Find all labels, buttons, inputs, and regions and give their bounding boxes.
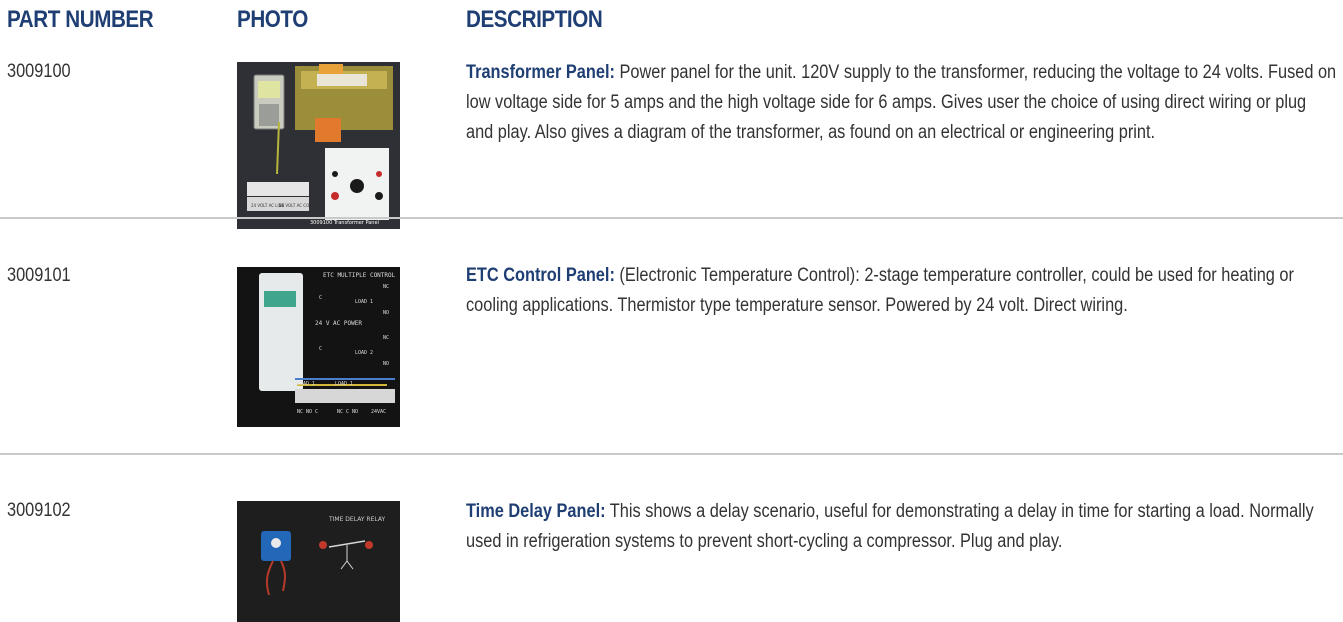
- svg-text:NC: NC: [383, 335, 389, 341]
- description: Transformer Panel: Power panel for the u…: [466, 58, 1336, 148]
- svg-text:24 V AC POWER: 24 V AC POWER: [315, 320, 362, 327]
- time-delay-panel-photo: TIME DELAY RELAY: [237, 501, 400, 622]
- divider: [0, 453, 1343, 455]
- svg-text:LOAD 1: LOAD 1: [335, 381, 353, 387]
- svg-text:TIME DELAY RELAY: TIME DELAY RELAY: [328, 516, 385, 523]
- svg-text:3009100 Transformer Panel: 3009100 Transformer Panel: [310, 220, 379, 226]
- column-header-photo: PHOTO: [237, 6, 308, 33]
- part-number: 3009102: [7, 500, 71, 521]
- item-title: Time Delay Panel:: [466, 501, 606, 522]
- svg-text:24VAC: 24VAC: [371, 409, 386, 415]
- part-number: 3009101: [7, 265, 71, 286]
- svg-text:NO: NO: [383, 361, 389, 367]
- svg-text:NC C NO: NC C NO: [337, 409, 358, 415]
- item-title: ETC Control Panel:: [466, 265, 615, 286]
- etc-control-panel-photo: ETC MULTIPLE CONTROL NC C LOAD 1 NO 24 V…: [237, 267, 400, 427]
- description: ETC Control Panel: (Electronic Temperatu…: [466, 261, 1336, 321]
- description: Time Delay Panel: This shows a delay sce…: [466, 497, 1336, 557]
- svg-text:C: C: [319, 295, 322, 301]
- svg-text:NO: NO: [383, 310, 389, 316]
- item-title: Transformer Panel:: [466, 62, 615, 83]
- part-number: 3009100: [7, 61, 71, 82]
- column-header-description: DESCRIPTION: [466, 6, 603, 33]
- svg-text:NC NO C: NC NO C: [297, 409, 318, 415]
- svg-text:LOAD 1: LOAD 1: [297, 381, 315, 387]
- svg-text:LOAD 1: LOAD 1: [355, 299, 373, 305]
- column-header-part-number: PART NUMBER: [7, 6, 154, 33]
- svg-text:LOAD 2: LOAD 2: [355, 350, 373, 356]
- svg-text:24 VOLT AC COMMON: 24 VOLT AC COMMON: [279, 203, 322, 208]
- transformer-panel-photo: 24 VOLT AC LINE 24 VOLT AC COMMON 300910…: [237, 62, 400, 229]
- svg-text:ETC MULTIPLE CONTROL: ETC MULTIPLE CONTROL: [323, 272, 396, 279]
- divider: [0, 217, 1343, 219]
- svg-text:NC: NC: [383, 284, 389, 290]
- svg-text:C: C: [319, 346, 322, 352]
